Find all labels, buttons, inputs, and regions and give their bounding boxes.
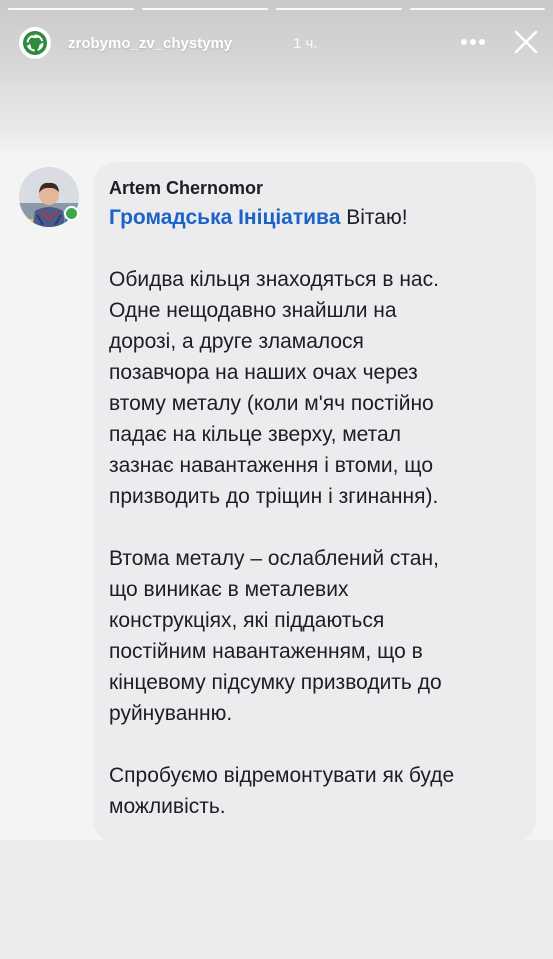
comment-paragraph: Спробуємо відремонтувати як буде можливі… — [109, 764, 455, 818]
comment-paragraph: Втома металу – ослаблений стан, що виник… — [109, 547, 442, 725]
online-status-indicator — [64, 206, 79, 221]
recycle-logo-icon[interactable] — [18, 26, 52, 60]
story-header: zrobymo_zv_chystymy 1 ч. — [0, 18, 553, 68]
comment-greeting-line: Громадська Ініціатива Вітаю! — [109, 202, 520, 233]
progress-segment — [276, 8, 402, 10]
story-timestamp: 1 ч. — [293, 35, 318, 52]
progress-segment — [410, 8, 545, 10]
more-horizontal-icon[interactable] — [455, 24, 491, 60]
comment-bubble: Artem Chernomor Громадська Ініціатива Ві… — [93, 162, 536, 842]
story-username[interactable]: zrobymo_zv_chystymy — [68, 35, 232, 52]
mention-link[interactable]: Громадська Ініціатива — [109, 206, 340, 229]
close-icon[interactable] — [508, 24, 544, 60]
progress-segment — [8, 8, 134, 10]
story-bottom-area — [0, 840, 553, 959]
greeting-text: Вітаю! — [346, 206, 408, 229]
comment-author[interactable]: Artem Chernomor — [109, 176, 520, 200]
comment-paragraph: Обидва кільця знаходяться в нас. Одне не… — [109, 268, 439, 508]
progress-segment — [142, 8, 268, 10]
